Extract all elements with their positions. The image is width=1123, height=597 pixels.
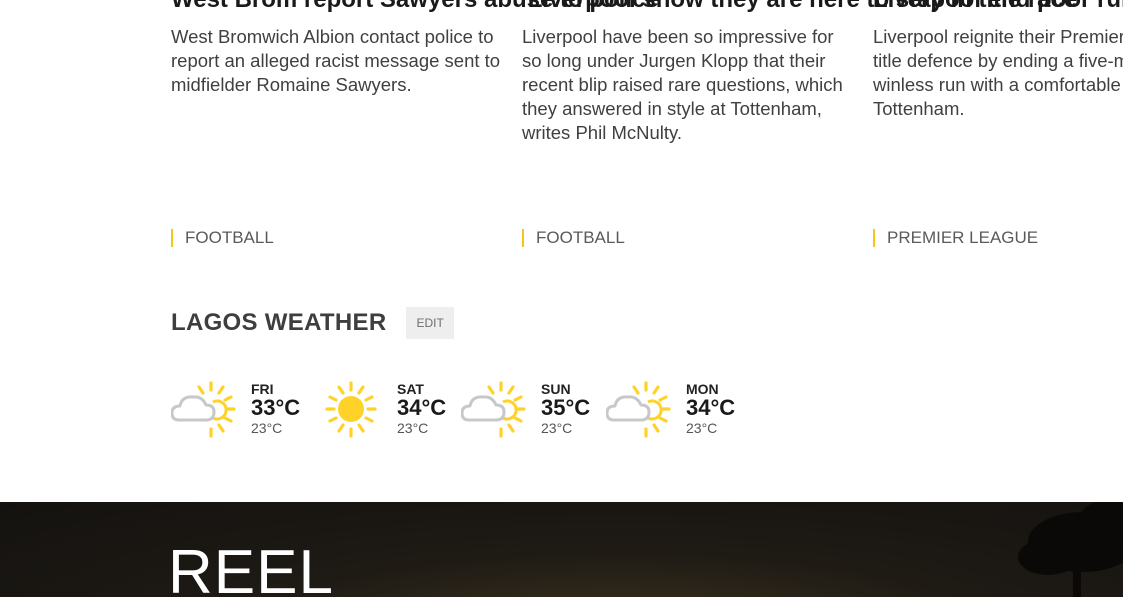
forecast-high-temp: 34°C xyxy=(397,395,447,420)
sun-icon xyxy=(317,380,389,440)
article-card[interactable]: Liverpool end poor run with win at Spurs… xyxy=(873,0,1123,121)
weather-header: LAGOS WEATHER EDIT xyxy=(171,307,454,339)
article-headline[interactable]: 'Liverpool show they are here to stay in… xyxy=(522,0,1083,13)
article-headline[interactable]: West Brom report Sawyers abuse to police xyxy=(171,0,659,13)
forecast-day-name: SUN xyxy=(541,381,571,397)
forecast-day-sun[interactable]: SUN 35°C 23°C xyxy=(461,380,590,440)
background-tree-image xyxy=(1018,502,1123,597)
article-card[interactable]: 'Liverpool show they are here to stay in… xyxy=(522,0,1083,145)
sun-behind-cloud-icon xyxy=(461,380,533,440)
forecast-day-name: FRI xyxy=(251,381,274,397)
article-tag[interactable]: FOOTBALL xyxy=(171,229,274,247)
article-summary: Liverpool have been so impressive for so… xyxy=(522,26,843,143)
sun-behind-cloud-icon xyxy=(171,380,243,440)
article-tag[interactable]: PREMIER LEAGUE xyxy=(873,229,1038,247)
article-card[interactable]: West Brom report Sawyers abuse to police… xyxy=(171,0,659,97)
forecast-day-mon[interactable]: MON 34°C 23°C xyxy=(606,380,735,440)
reel-heading[interactable]: REEL xyxy=(168,542,334,597)
article-summary: Liverpool reignite their Premier League … xyxy=(873,26,1123,119)
forecast-day-fri[interactable]: FRI 33°C 23°C xyxy=(171,380,300,440)
weather-title[interactable]: LAGOS WEATHER xyxy=(171,309,386,337)
weather-forecast: FRI 33°C 23°C SAT 34°C 23°C SUN 35°C 23°… xyxy=(171,380,771,444)
article-headline[interactable]: Liverpool end poor run with win at Spurs xyxy=(873,0,1123,13)
sun-behind-cloud-icon xyxy=(606,380,678,440)
forecast-high-temp: 35°C xyxy=(541,395,591,420)
article-summary: West Bromwich Albion contact police to r… xyxy=(171,26,501,95)
article-tag[interactable]: FOOTBALL xyxy=(522,229,625,247)
page: West Brom report Sawyers abuse to police… xyxy=(0,0,1123,597)
edit-location-button[interactable]: EDIT xyxy=(406,307,454,339)
forecast-low-temp: 23°C xyxy=(686,420,718,436)
reel-section: REEL xyxy=(0,502,1123,597)
forecast-day-sat[interactable]: SAT 34°C 23°C xyxy=(317,380,446,440)
forecast-day-name: MON xyxy=(686,381,719,397)
forecast-high-temp: 34°C xyxy=(686,395,736,420)
weather-widget: LAGOS WEATHER EDIT FRI 33°C 23°C SAT 34°… xyxy=(171,307,735,438)
forecast-day-name: SAT xyxy=(397,381,424,397)
forecast-low-temp: 23°C xyxy=(541,420,573,436)
forecast-low-temp: 23°C xyxy=(397,420,429,436)
forecast-high-temp: 33°C xyxy=(251,395,301,420)
forecast-low-temp: 23°C xyxy=(251,420,283,436)
